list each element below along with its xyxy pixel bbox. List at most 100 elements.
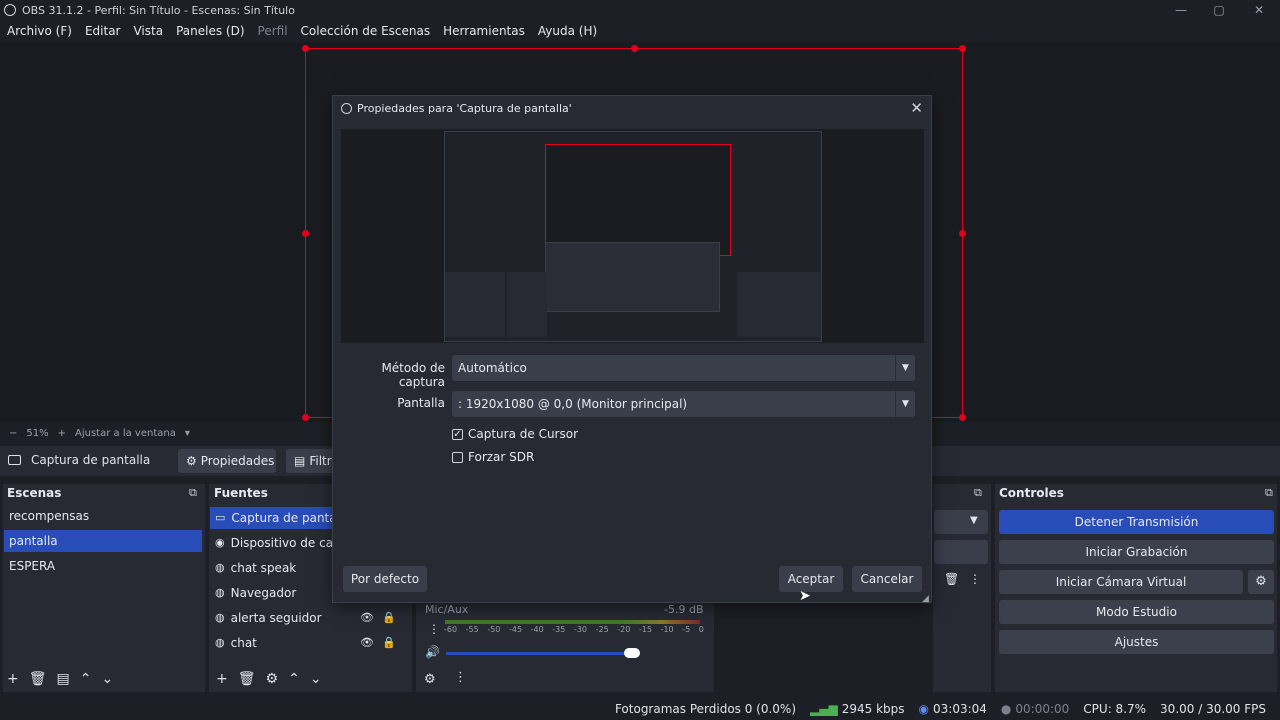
trash-icon[interactable]: 🗑 xyxy=(29,671,47,687)
scale-tick: -15 xyxy=(638,625,652,634)
scale-tick: -45 xyxy=(508,625,523,634)
defaults-button[interactable]: Por defecto xyxy=(343,566,427,592)
accept-button[interactable]: Aceptar xyxy=(779,566,843,592)
resize-handle[interactable] xyxy=(302,45,309,52)
menu-editar[interactable]: Editar xyxy=(85,24,121,38)
menu-herramientas[interactable]: Herramientas xyxy=(443,24,525,38)
chevron-down-icon[interactable]: ▾ xyxy=(185,428,190,439)
dialog-title-bar: Propiedades para 'Captura de pantalla' xyxy=(341,102,572,115)
scene-item[interactable]: ESPERA xyxy=(4,555,202,577)
resize-handle[interactable] xyxy=(959,230,966,237)
monitor-icon xyxy=(8,455,21,465)
zoom-bar: − 51% + Ajustar a la ventana ▾ xyxy=(0,424,330,442)
mixer-settings-icon[interactable]: ⚙ xyxy=(424,672,436,687)
kebab-menu-icon[interactable]: ⋮ xyxy=(454,670,467,685)
capture-method-select[interactable]: Automático ▼ xyxy=(452,355,915,381)
properties-dialog: Propiedades para 'Captura de pantalla' ✕… xyxy=(332,95,932,604)
menu-bar: Archivo (F) Editar Vista Paneles (D) Per… xyxy=(0,20,1280,42)
fit-window-label: Ajustar a la ventana xyxy=(75,427,176,439)
kebab-menu-icon[interactable]: ⋮ xyxy=(969,572,981,586)
arrow-down-icon[interactable]: ⌄ xyxy=(310,671,322,687)
menu-vista[interactable]: Vista xyxy=(133,24,163,38)
settings-button[interactable]: Ajustes xyxy=(999,630,1274,654)
virtual-cam-settings-icon[interactable]: ⚙ xyxy=(1248,570,1274,594)
gear-icon[interactable]: ⚙ xyxy=(266,671,279,687)
stream-time: 03:03:04 xyxy=(933,702,987,716)
resize-grip-icon[interactable]: ◢ xyxy=(922,594,929,604)
force-sdr-checkbox[interactable]: Forzar SDR xyxy=(452,450,534,464)
capture-preview xyxy=(341,129,924,343)
resize-handle[interactable] xyxy=(302,414,309,421)
menu-archivo[interactable]: Archivo (F) xyxy=(7,24,72,38)
resize-handle[interactable] xyxy=(959,414,966,421)
stop-stream-button[interactable]: Detener Transmisión xyxy=(999,510,1274,534)
source-item[interactable]: ◍ alerta seguidor 👁 🔒 xyxy=(210,607,410,629)
dialog-close-button[interactable]: ✕ xyxy=(910,99,923,117)
meter-scale: -60 -55 -50 -45 -40 -35 -30 -25 -20 -15 … xyxy=(444,625,704,634)
add-icon[interactable]: + xyxy=(216,671,228,687)
current-source: Captura de pantalla xyxy=(8,453,150,467)
menu-paneles[interactable]: Paneles (D) xyxy=(176,24,244,38)
globe-icon: ◍ xyxy=(215,586,225,599)
undock-icon[interactable]: ⧉ xyxy=(974,486,982,500)
bitrate: 2945 kbps xyxy=(841,702,905,716)
studio-mode-button[interactable]: Modo Estudio xyxy=(999,600,1274,624)
volume-slider-track[interactable] xyxy=(446,652,626,655)
record-icon: ● xyxy=(1000,702,1012,716)
globe-icon: ◍ xyxy=(215,561,225,574)
minimize-button[interactable]: — xyxy=(1162,0,1200,20)
cancel-button[interactable]: Cancelar xyxy=(852,566,922,592)
scene-item-selected[interactable]: pantalla xyxy=(4,530,202,552)
start-virtual-cam-button[interactable]: Iniciar Cámara Virtual xyxy=(999,570,1243,594)
eye-icon[interactable]: 👁 xyxy=(360,632,374,654)
zoom-out-button[interactable]: − xyxy=(9,428,17,439)
volume-slider-handle[interactable] xyxy=(624,648,640,658)
nested-sources xyxy=(507,272,547,337)
obs-logo-icon xyxy=(4,4,16,16)
kebab-menu-icon[interactable]: ⋮ xyxy=(428,622,440,636)
undock-icon[interactable]: ⧉ xyxy=(189,486,197,500)
checkbox-unchecked-icon xyxy=(452,451,463,463)
arrow-up-icon[interactable]: ⌃ xyxy=(80,671,92,687)
eye-icon[interactable]: 👁 xyxy=(360,607,374,629)
capture-cursor-checkbox[interactable]: ✓ Captura de Cursor xyxy=(452,427,578,441)
menu-perfil[interactable]: Perfil xyxy=(258,24,288,38)
preview-screenshot xyxy=(444,131,822,342)
properties-button[interactable]: ⚙ Propiedades xyxy=(178,449,276,473)
menu-ayuda[interactable]: Ayuda (H) xyxy=(538,24,597,38)
transition-select[interactable] xyxy=(934,510,988,534)
filter-icon[interactable]: ▤ xyxy=(57,671,70,687)
maximize-button[interactable]: ▢ xyxy=(1200,0,1238,20)
lock-icon[interactable]: 🔒 xyxy=(382,607,396,629)
obs-logo-icon xyxy=(341,103,352,114)
menu-coleccion-escenas[interactable]: Colección de Escenas xyxy=(301,24,431,38)
scenes-title: Escenas xyxy=(7,486,62,500)
source-item[interactable]: ◍ chat 👁 🔒 xyxy=(210,632,410,654)
filter-icon: ▤ xyxy=(294,454,306,468)
resize-handle[interactable] xyxy=(959,45,966,52)
title-bar: OBS 31.1.2 - Perfil: Sin Título - Escena… xyxy=(0,0,1280,20)
lock-icon[interactable]: 🔒 xyxy=(382,632,396,654)
transition-duration[interactable] xyxy=(934,540,988,564)
nested-preview-frame xyxy=(545,144,731,256)
current-source-label: Captura de pantalla xyxy=(31,453,151,467)
start-recording-button[interactable]: Iniciar Grabación xyxy=(999,540,1274,564)
scene-item[interactable]: recompensas xyxy=(4,505,202,527)
display-select[interactable]: : 1920x1080 @ 0,0 (Monitor principal) ▼ xyxy=(452,391,915,417)
window-title: OBS 31.1.2 - Perfil: Sin Título - Escena… xyxy=(22,3,295,17)
close-window-button[interactable]: ✕ xyxy=(1240,0,1278,20)
scale-tick: -10 xyxy=(660,625,674,634)
dialog-title: Propiedades para 'Captura de pantalla' xyxy=(357,102,572,115)
resize-handle[interactable] xyxy=(302,230,309,237)
zoom-in-button[interactable]: + xyxy=(58,428,66,439)
trash-icon[interactable]: 🗑 xyxy=(238,671,256,687)
speaker-icon[interactable]: 🔊 xyxy=(425,645,440,659)
mouse-cursor-icon: ➤ xyxy=(799,588,811,604)
arrow-down-icon[interactable]: ⌄ xyxy=(101,671,113,687)
arrow-up-icon[interactable]: ⌃ xyxy=(288,671,300,687)
add-icon[interactable]: + xyxy=(7,671,19,687)
resize-handle[interactable] xyxy=(631,45,638,52)
trash-icon[interactable]: 🗑 xyxy=(944,572,959,586)
undock-icon[interactable]: ⧉ xyxy=(1265,486,1273,500)
globe-icon: ◍ xyxy=(215,611,225,624)
